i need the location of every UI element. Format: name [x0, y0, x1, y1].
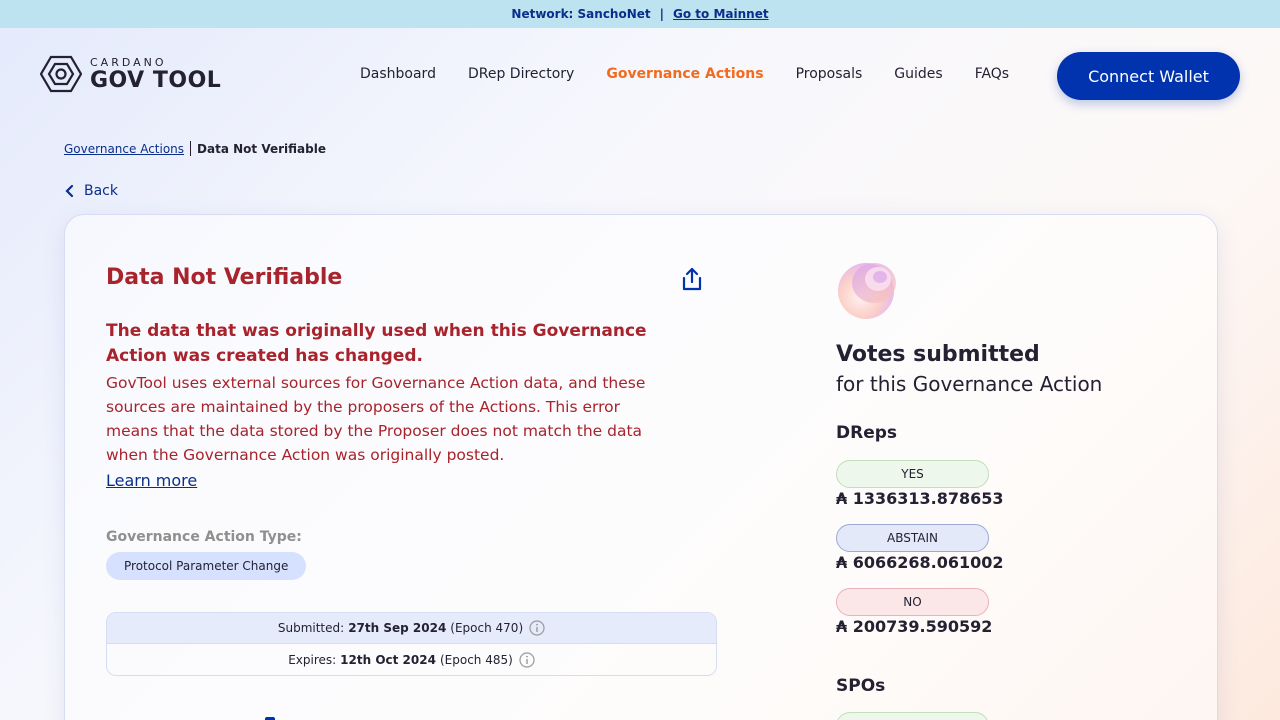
- expires-date: 12th Oct 2024: [340, 652, 436, 667]
- error-subtitle: The data that was originally used when t…: [106, 321, 647, 366]
- dates-box: Submitted: 27th Sep 2024 (Epoch 470) Exp…: [106, 612, 717, 676]
- connect-wallet-button[interactable]: Connect Wallet: [1057, 52, 1240, 100]
- votes-subheading: for this Governance Action: [836, 372, 1103, 396]
- spo-yes-chip: [836, 712, 989, 720]
- nav-dashboard[interactable]: Dashboard: [360, 66, 436, 82]
- info-icon[interactable]: [519, 651, 535, 668]
- submitted-label: Submitted:: [277, 621, 345, 635]
- logo-cardano-text: CARDANO: [90, 55, 167, 69]
- banner-separator: |: [659, 7, 665, 21]
- go-to-mainnet-link[interactable]: Go to Mainnet: [673, 7, 769, 21]
- logo-govtool-text: GOV TOOL: [90, 67, 222, 93]
- submitted-row: Submitted: 27th Sep 2024 (Epoch 470): [107, 613, 716, 644]
- breadcrumb-divider: [190, 141, 192, 156]
- expires-row: Expires: 12th Oct 2024 (Epoch 485): [107, 644, 716, 675]
- drep-abstain-value: ₳ 6066268.061002: [836, 553, 1004, 572]
- info-icon[interactable]: [529, 620, 545, 636]
- nav-drep-directory[interactable]: DRep Directory: [468, 66, 574, 82]
- submitted-epoch: (Epoch 470): [450, 621, 524, 635]
- back-link[interactable]: Back: [64, 183, 118, 199]
- main-nav: Dashboard DRep Directory Governance Acti…: [360, 66, 1041, 82]
- action-type-chip: Protocol Parameter Change: [106, 552, 307, 580]
- network-banner: Network: SanchoNet | Go to Mainnet: [0, 0, 1280, 28]
- nav-governance-actions[interactable]: Governance Actions: [606, 66, 763, 82]
- nav-proposals[interactable]: Proposals: [796, 66, 863, 82]
- nav-faqs[interactable]: FAQs: [975, 66, 1009, 82]
- learn-more-link[interactable]: Learn more: [106, 471, 197, 490]
- governance-action-card: Data Not Verifiable The data that was or…: [64, 214, 1218, 720]
- action-type-label: Governance Action Type:: [106, 529, 302, 545]
- network-label: Network: SanchoNet: [511, 7, 651, 21]
- nav-guides[interactable]: Guides: [894, 66, 942, 82]
- drep-yes-value: ₳ 1336313.878653: [836, 489, 1004, 508]
- votes-heading: Votes submitted: [836, 342, 1040, 367]
- votes-illustration-icon: [838, 263, 896, 319]
- drep-no-chip: NO: [836, 588, 989, 616]
- chevron-left-icon: [65, 184, 74, 198]
- cardano-hex-icon: [40, 55, 82, 93]
- drep-yes-chip: YES: [836, 460, 989, 488]
- header: CARDANO GOV TOOL Dashboard DRep Director…: [0, 28, 1280, 124]
- breadcrumb-current: Data Not Verifiable: [197, 141, 326, 156]
- page-title: Data Not Verifiable: [106, 265, 343, 290]
- breadcrumb-governance-actions[interactable]: Governance Actions: [64, 142, 184, 156]
- submitted-date: 27th Sep 2024: [348, 621, 447, 635]
- dreps-label: DReps: [836, 423, 898, 443]
- share-icon[interactable]: [680, 267, 704, 293]
- drep-no-value: ₳ 200739.590592: [836, 617, 993, 636]
- expires-label: Expires:: [288, 652, 337, 667]
- spos-label: SPOs: [836, 676, 886, 696]
- expires-epoch: (Epoch 485): [439, 652, 513, 667]
- back-label: Back: [84, 183, 118, 199]
- govtool-logo[interactable]: CARDANO GOV TOOL: [40, 55, 221, 93]
- drep-abstain-chip: ABSTAIN: [836, 524, 989, 552]
- breadcrumb: Governance Actions Data Not Verifiable: [64, 141, 326, 156]
- error-description: GovTool uses external sources for Govern…: [106, 374, 646, 464]
